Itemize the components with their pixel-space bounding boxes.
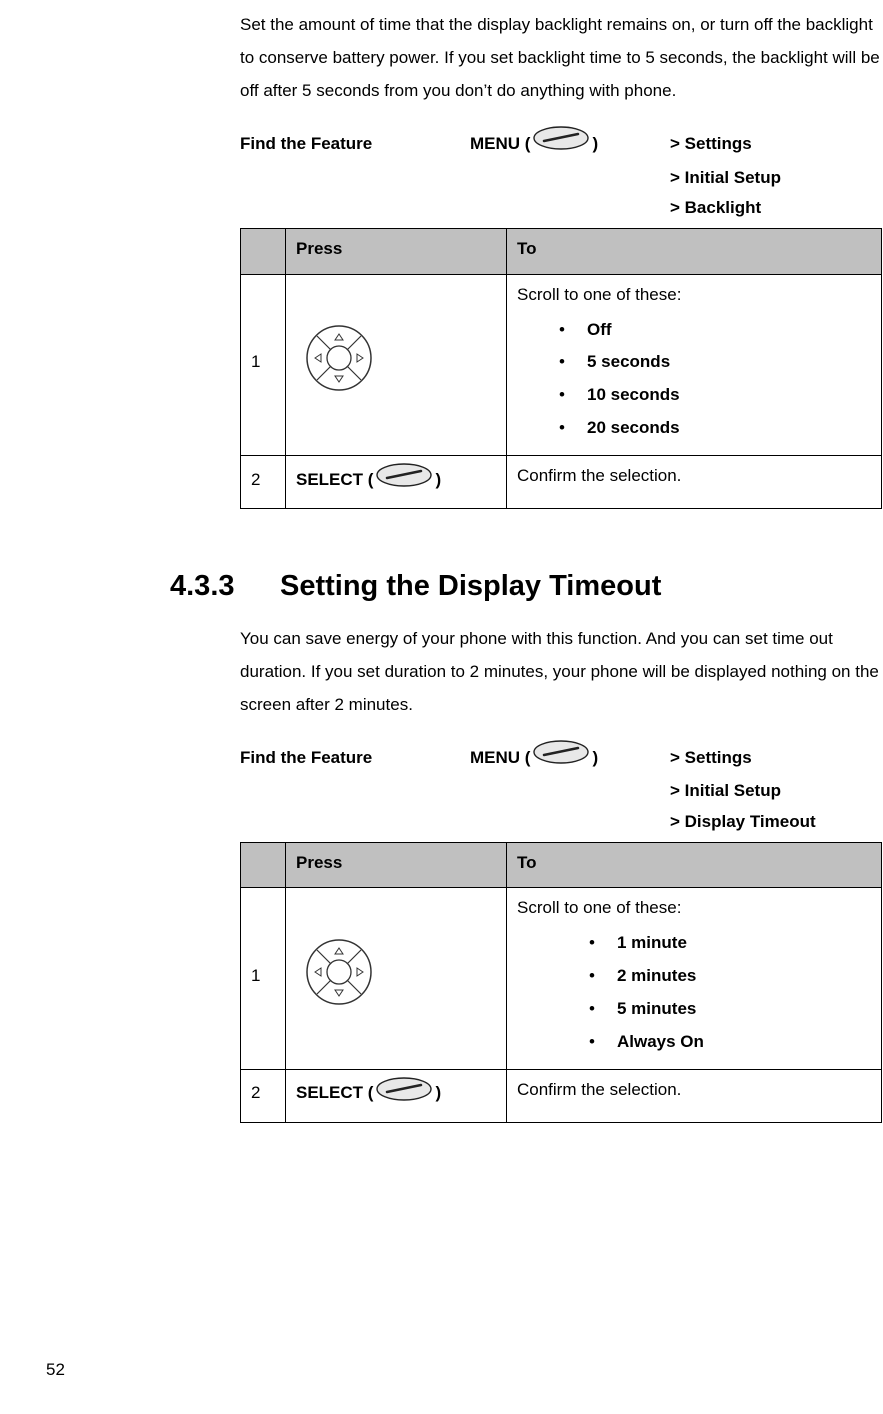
table-row: 1 bbox=[241, 888, 882, 1069]
softkey-icon bbox=[532, 739, 590, 776]
option-always: Always On bbox=[617, 1026, 871, 1059]
feature-row-timeout: Find the Feature MENU ( ) > Settings bbox=[240, 739, 883, 776]
steps-table-timeout: Press To 1 bbox=[240, 842, 882, 1123]
step-num: 2 bbox=[241, 1069, 286, 1122]
th-num bbox=[241, 842, 286, 888]
select-press: SELECT ( ) bbox=[296, 462, 496, 498]
menu-pre: MENU ( bbox=[470, 741, 530, 774]
th-to: To bbox=[507, 228, 882, 274]
select-pre: SELECT ( bbox=[296, 1079, 373, 1108]
select-post: ) bbox=[435, 1079, 441, 1108]
breadcrumb-display-timeout: > Display Timeout bbox=[670, 807, 883, 838]
section-title: Setting the Display Timeout bbox=[280, 570, 661, 602]
step-num: 1 bbox=[241, 888, 286, 1069]
breadcrumb-backlight: > Backlight bbox=[670, 193, 883, 224]
menu-post: ) bbox=[592, 127, 598, 160]
scroll-lead: Scroll to one of these: bbox=[517, 281, 871, 310]
softkey-icon bbox=[375, 1076, 433, 1112]
breadcrumb-initial-setup: > Initial Setup bbox=[670, 776, 883, 807]
select-press: SELECT ( ) bbox=[296, 1076, 496, 1112]
breadcrumb-initial-setup: > Initial Setup bbox=[670, 163, 883, 194]
option-1m: 1 minute bbox=[617, 927, 871, 960]
select-post: ) bbox=[435, 466, 441, 495]
steps-table-backlight: Press To 1 bbox=[240, 228, 882, 509]
softkey-icon bbox=[375, 462, 433, 498]
th-to: To bbox=[507, 842, 882, 888]
confirm-text: Confirm the selection. bbox=[507, 1069, 882, 1122]
option-off: Off bbox=[587, 314, 871, 347]
page-number: 52 bbox=[46, 1353, 65, 1386]
table-row: 1 bbox=[241, 274, 882, 455]
dpad-icon bbox=[304, 323, 374, 403]
menu-label: MENU ( ) bbox=[470, 125, 670, 162]
find-the-feature-label: Find the Feature bbox=[240, 741, 470, 774]
option-10s: 10 seconds bbox=[587, 379, 871, 412]
feature-row-backlight: Find the Feature MENU ( ) > Settings bbox=[240, 125, 883, 162]
step-num: 2 bbox=[241, 456, 286, 509]
th-press: Press bbox=[286, 842, 507, 888]
menu-pre: MENU ( bbox=[470, 127, 530, 160]
confirm-text: Confirm the selection. bbox=[507, 456, 882, 509]
menu-post: ) bbox=[592, 741, 598, 774]
menu-label: MENU ( ) bbox=[470, 739, 670, 776]
timeout-intro: You can save energy of your phone with t… bbox=[240, 622, 883, 721]
option-5m: 5 minutes bbox=[617, 993, 871, 1026]
table-row: 2 SELECT ( ) Confirm the selection. bbox=[241, 1069, 882, 1122]
select-pre: SELECT ( bbox=[296, 466, 373, 495]
table-row: 2 SELECT ( ) Confirm the selection. bbox=[241, 456, 882, 509]
section-number: 4.3.3 bbox=[170, 569, 280, 604]
find-the-feature-label: Find the Feature bbox=[240, 127, 470, 160]
breadcrumb-settings: > Settings bbox=[670, 127, 752, 160]
th-num bbox=[241, 228, 286, 274]
backlight-intro: Set the amount of time that the display … bbox=[240, 8, 883, 107]
softkey-icon bbox=[532, 125, 590, 162]
breadcrumb-settings: > Settings bbox=[670, 741, 752, 774]
option-20s: 20 seconds bbox=[587, 412, 871, 445]
option-2m: 2 minutes bbox=[617, 960, 871, 993]
step-num: 1 bbox=[241, 274, 286, 455]
scroll-lead: Scroll to one of these: bbox=[517, 894, 871, 923]
th-press: Press bbox=[286, 228, 507, 274]
dpad-icon bbox=[304, 937, 374, 1017]
section-heading: 4.3.3Setting the Display Timeout bbox=[170, 569, 883, 604]
option-5s: 5 seconds bbox=[587, 346, 871, 379]
